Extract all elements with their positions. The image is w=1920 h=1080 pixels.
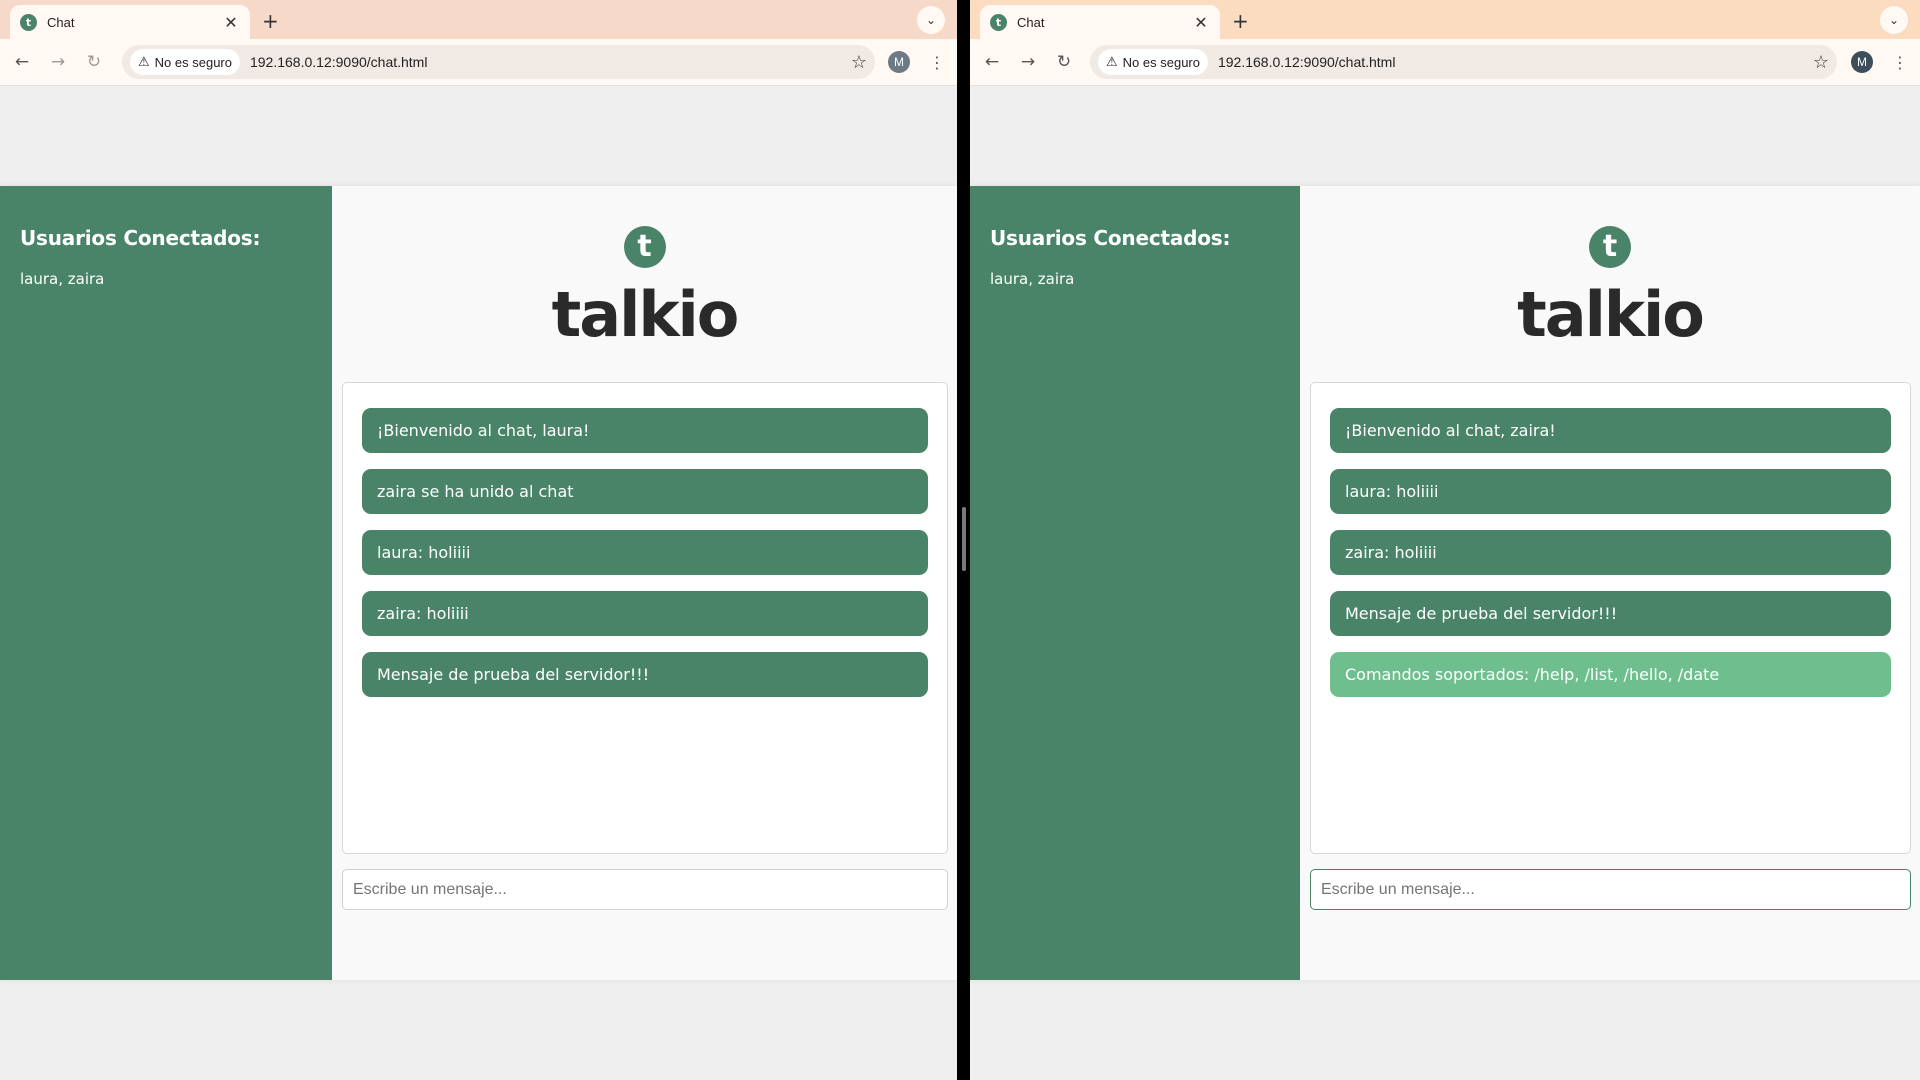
profile-avatar-icon[interactable]: M (1851, 51, 1873, 73)
chat-message: ¡Bienvenido al chat, laura! (362, 408, 928, 453)
app-logo-text: talkio (1517, 278, 1705, 351)
chat-message: Mensaje de prueba del servidor!!! (362, 652, 928, 697)
message-input[interactable] (342, 869, 948, 910)
chat-main: t talkio ¡Bienvenido al chat, zaira! lau… (1300, 186, 1920, 980)
tab-title: Chat (47, 14, 75, 30)
reload-icon[interactable]: ↻ (1046, 52, 1082, 72)
plus-icon[interactable]: + (262, 9, 279, 33)
plus-icon[interactable]: + (1232, 9, 1249, 33)
chat-message: zaira: holiiii (1330, 530, 1891, 575)
bookmark-star-icon[interactable]: ☆ (1813, 52, 1829, 73)
security-chip[interactable]: ⚠ No es seguro (130, 49, 240, 75)
connected-users-list: laura, zaira (20, 270, 105, 288)
system-message: Comandos soportados: /help, /list, /hell… (1330, 652, 1891, 697)
connected-users-list: laura, zaira (990, 270, 1075, 288)
talkio-logo-icon: t (623, 226, 666, 268)
warning-icon: ⚠ (1106, 54, 1118, 69)
bookmark-star-icon[interactable]: ☆ (851, 52, 867, 73)
url-text[interactable]: 192.168.0.12:9090/chat.html (250, 54, 851, 70)
sidebar-title: Usuarios Conectados: (20, 226, 261, 250)
split-view-handle[interactable] (962, 507, 966, 571)
message-input[interactable] (1310, 869, 1911, 910)
chevron-down-icon[interactable]: ⌄ (917, 6, 945, 34)
browser-toolbar: ← → ↻ ⚠ No es seguro 192.168.0.12:9090/c… (0, 39, 957, 86)
close-icon[interactable]: ✕ (1192, 13, 1210, 32)
chat-message: Mensaje de prueba del servidor!!! (1330, 591, 1891, 636)
users-sidebar: Usuarios Conectados: laura, zaira (0, 186, 332, 980)
chat-app: Usuarios Conectados: laura, zaira t talk… (0, 186, 957, 980)
chat-message: laura: holiiii (1330, 469, 1891, 514)
chevron-down-icon[interactable]: ⌄ (1880, 6, 1908, 34)
browser-window-right: t Chat ✕ + ⌄ ← → ↻ ⚠ No es seguro 192.16… (970, 0, 1920, 1080)
message-list[interactable]: ¡Bienvenido al chat, laura! zaira se ha … (342, 382, 948, 854)
sidebar-title: Usuarios Conectados: (990, 226, 1231, 250)
forward-arrow-icon[interactable]: → (1010, 52, 1046, 72)
page-viewport: Usuarios Conectados: laura, zaira t talk… (0, 86, 957, 1080)
back-arrow-icon[interactable]: ← (4, 52, 40, 72)
tab-strip: t Chat ✕ + ⌄ (0, 0, 957, 39)
chat-message: zaira: holiiii (362, 591, 928, 636)
chat-message: zaira se ha unido al chat (362, 469, 928, 514)
message-list[interactable]: ¡Bienvenido al chat, zaira! laura: holii… (1310, 382, 1911, 854)
browser-toolbar: ← → ↻ ⚠ No es seguro 192.168.0.12:9090/c… (970, 39, 1920, 86)
chat-message: ¡Bienvenido al chat, zaira! (1330, 408, 1891, 453)
users-sidebar: Usuarios Conectados: laura, zaira (970, 186, 1300, 980)
talkio-favicon-icon: t (990, 13, 1007, 31)
app-logo-text: talkio (551, 278, 740, 351)
tab-chat[interactable]: t Chat ✕ (980, 5, 1220, 39)
address-bar[interactable]: ⚠ No es seguro 192.168.0.12:9090/chat.ht… (122, 45, 875, 79)
warning-icon: ⚠ (138, 54, 150, 69)
address-bar[interactable]: ⚠ No es seguro 192.168.0.12:9090/chat.ht… (1090, 45, 1837, 79)
profile-avatar-icon[interactable]: M (888, 51, 910, 73)
reload-icon[interactable]: ↻ (76, 52, 112, 72)
back-arrow-icon[interactable]: ← (974, 52, 1010, 72)
security-label: No es seguro (154, 54, 232, 70)
close-icon[interactable]: ✕ (222, 13, 240, 32)
page-viewport: Usuarios Conectados: laura, zaira t talk… (970, 86, 1920, 1080)
chat-message: laura: holiiii (362, 530, 928, 575)
chat-app: Usuarios Conectados: laura, zaira t talk… (970, 186, 1920, 980)
tab-strip: t Chat ✕ + ⌄ (970, 0, 1920, 39)
forward-arrow-icon[interactable]: → (40, 52, 76, 72)
security-chip[interactable]: ⚠ No es seguro (1098, 49, 1208, 75)
chat-main: t talkio ¡Bienvenido al chat, laura! zai… (332, 186, 957, 980)
talkio-logo-icon: t (1589, 226, 1631, 268)
talkio-favicon-icon: t (20, 13, 37, 31)
more-vert-icon[interactable]: ⋮ (929, 53, 945, 72)
url-text[interactable]: 192.168.0.12:9090/chat.html (1218, 54, 1813, 70)
security-label: No es seguro (1122, 54, 1200, 70)
browser-window-left: t Chat ✕ + ⌄ ← → ↻ ⚠ No es seguro 192.16… (0, 0, 957, 1080)
more-vert-icon[interactable]: ⋮ (1892, 53, 1908, 72)
tab-chat[interactable]: t Chat ✕ (10, 5, 250, 39)
tab-title: Chat (1017, 14, 1045, 30)
